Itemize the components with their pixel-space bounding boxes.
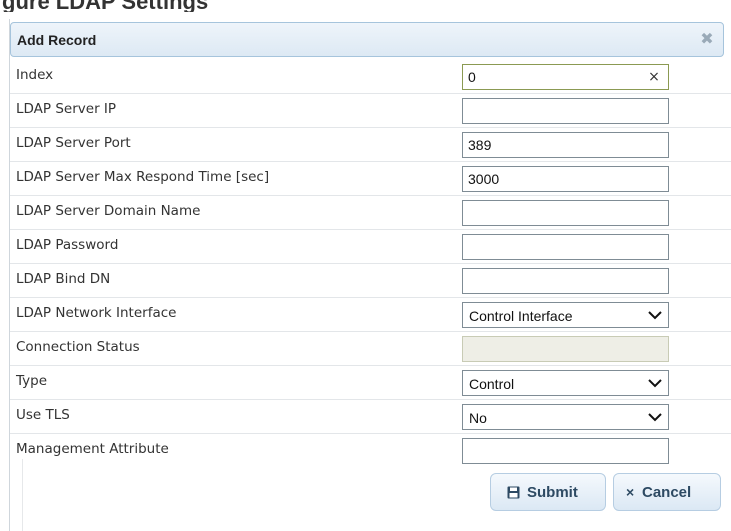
- field-label-use-tls: Use TLS: [16, 407, 70, 423]
- field-label-server-port: LDAP Server Port: [16, 135, 131, 151]
- save-icon: [507, 486, 520, 499]
- form-row-network-interface: LDAP Network Interface Control Interface: [10, 298, 731, 332]
- cancel-button[interactable]: × Cancel: [613, 473, 721, 511]
- field-label-password: LDAP Password: [16, 237, 119, 253]
- cancel-label: Cancel: [642, 484, 692, 501]
- field-label-domain-name: LDAP Server Domain Name: [16, 203, 201, 219]
- use-tls-select[interactable]: No: [462, 404, 669, 430]
- network-interface-select[interactable]: Control Interface: [462, 302, 669, 328]
- type-select[interactable]: Control: [462, 370, 669, 396]
- form-row-index: Index ×: [10, 60, 731, 94]
- field-label-bind-dn: LDAP Bind DN: [16, 271, 111, 287]
- close-icon[interactable]: ✖: [699, 30, 715, 48]
- select-value: No: [469, 410, 487, 426]
- select-value: Control: [469, 376, 515, 392]
- submit-label: Submit: [527, 484, 578, 501]
- clear-icon[interactable]: ×: [646, 69, 662, 85]
- form-row-connection-status: Connection Status: [10, 332, 731, 366]
- form-row-domain-name: LDAP Server Domain Name: [10, 196, 731, 230]
- add-record-dialog: Add Record ✖ Index × LDAP Server IP LDAP…: [9, 19, 731, 531]
- submit-button[interactable]: Submit: [490, 473, 606, 511]
- page-heading-text: gure LDAP Settings: [2, 0, 208, 12]
- field-label-server-ip: LDAP Server IP: [16, 101, 117, 117]
- dialog-header: Add Record ✖: [10, 22, 724, 57]
- max-respond-time-field[interactable]: [462, 166, 669, 192]
- field-label-type: Type: [16, 373, 48, 389]
- field-label-connection-status: Connection Status: [16, 339, 140, 355]
- password-field[interactable]: [462, 234, 669, 260]
- form-row-bind-dn: LDAP Bind DN: [10, 264, 731, 298]
- form-row-password: LDAP Password: [10, 230, 731, 264]
- form-row-server-port: LDAP Server Port: [10, 128, 731, 162]
- domain-name-field[interactable]: [462, 200, 669, 226]
- form-row-use-tls: Use TLS No: [10, 400, 731, 434]
- field-label-max-respond-time: LDAP Server Max Respond Time [sec]: [16, 169, 270, 185]
- connection-status-field: [462, 336, 669, 362]
- select-value: Control Interface: [469, 308, 573, 324]
- chevron-down-icon: [648, 413, 662, 422]
- field-label-index: Index: [16, 67, 54, 83]
- background-page-heading: gure LDAP Settings: [0, 0, 731, 12]
- server-ip-field[interactable]: [462, 98, 669, 124]
- form-row-max-respond-time: LDAP Server Max Respond Time [sec]: [10, 162, 731, 196]
- field-label-management-attribute: Management Attribute: [16, 441, 169, 457]
- field-label-network-interface: LDAP Network Interface: [16, 305, 177, 321]
- chevron-down-icon: [648, 311, 662, 320]
- server-port-field[interactable]: [462, 132, 669, 158]
- form-row-type: Type Control: [10, 366, 731, 400]
- bind-dn-field[interactable]: [462, 268, 669, 294]
- form-row-server-ip: LDAP Server IP: [10, 94, 731, 128]
- dialog-title: Add Record: [17, 32, 97, 48]
- index-field[interactable]: [462, 64, 669, 90]
- dialog-footer: Submit × Cancel: [10, 459, 731, 531]
- chevron-down-icon: [648, 379, 662, 388]
- x-icon: ×: [626, 484, 635, 500]
